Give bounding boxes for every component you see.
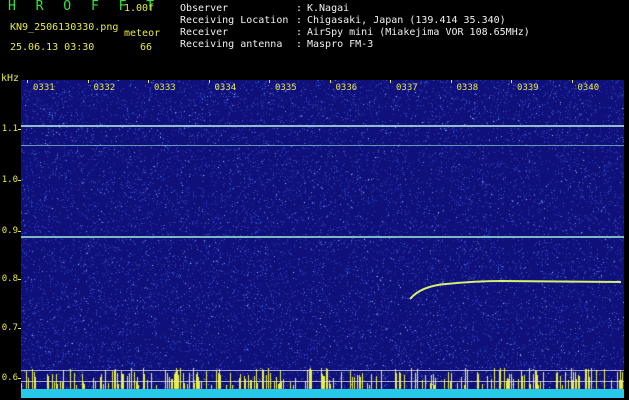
mode-label: meteor: [124, 28, 161, 39]
info-value-antenna: Maspro FM-3: [307, 39, 374, 50]
info-value-receiver: AirSpy mini (Miakejima VOR 108.65MHz): [307, 27, 530, 38]
x-tick-mark: [450, 80, 452, 83]
x-tick-mark: [511, 80, 512, 83]
x-tick-mark: [390, 80, 391, 83]
x-tick-mark: [87, 80, 89, 83]
x-tick-label: 0338: [456, 83, 479, 93]
app-version: 1.00f: [124, 3, 155, 14]
x-tick-mark: [571, 80, 573, 83]
y-tick-label: 0.6: [1, 373, 18, 383]
x-tick-label: 0334: [214, 83, 237, 93]
x-tick-label: 0340: [577, 83, 600, 93]
y-tick-label: 1.0: [1, 175, 18, 185]
x-tick-label: 0332: [93, 83, 116, 93]
y-tick-label: 0.9: [1, 226, 18, 236]
y-axis: 1.1 1.0 0.9 0.8 0.7 0.6: [0, 80, 21, 400]
x-tick-mark: [27, 80, 28, 83]
y-tick-label: 1.1: [1, 124, 18, 134]
mode-value: 66: [140, 42, 153, 53]
info-colon: :: [296, 27, 303, 38]
x-tick-mark: [208, 80, 210, 83]
x-tick-label: 0331: [33, 83, 55, 93]
bottom-signal-band: [21, 389, 624, 398]
spectrogram-view[interactable]: 0331 0332 0333 0334 0335 0336 0337 0338 0339 0340: [21, 80, 624, 398]
meteor-echo-curve: [409, 279, 622, 300]
image-filename: KN9_2506130330.png: [10, 22, 119, 33]
info-colon: :: [296, 15, 303, 26]
x-tick-mark: [269, 80, 270, 83]
y-tick-label: 0.7: [1, 323, 18, 333]
x-tick-label: 0337: [396, 83, 418, 93]
x-tick-mark: [148, 80, 149, 83]
x-tick-label: 0333: [154, 83, 176, 93]
x-tick-label: 0339: [517, 83, 539, 93]
info-key-observer: Observer: [180, 3, 229, 14]
info-value-observer: K.Nagai: [307, 3, 350, 14]
info-colon: :: [296, 3, 303, 14]
meteor-trace: [409, 279, 622, 300]
x-tick-label: 0335: [275, 83, 297, 93]
capture-datetime: 25.06.13 03:30: [10, 42, 95, 53]
info-colon: :: [296, 39, 303, 50]
y-tick-label: 0.8: [1, 274, 18, 284]
info-value-location: Chigasaki, Japan (139.414 35.340): [307, 15, 506, 26]
info-key-location: Receiving Location: [180, 15, 289, 26]
info-key-antenna: Receiving antenna: [180, 39, 283, 50]
x-tick-mark: [329, 80, 331, 83]
info-key-receiver: Receiver: [180, 27, 229, 38]
x-tick-label: 0336: [335, 83, 358, 93]
